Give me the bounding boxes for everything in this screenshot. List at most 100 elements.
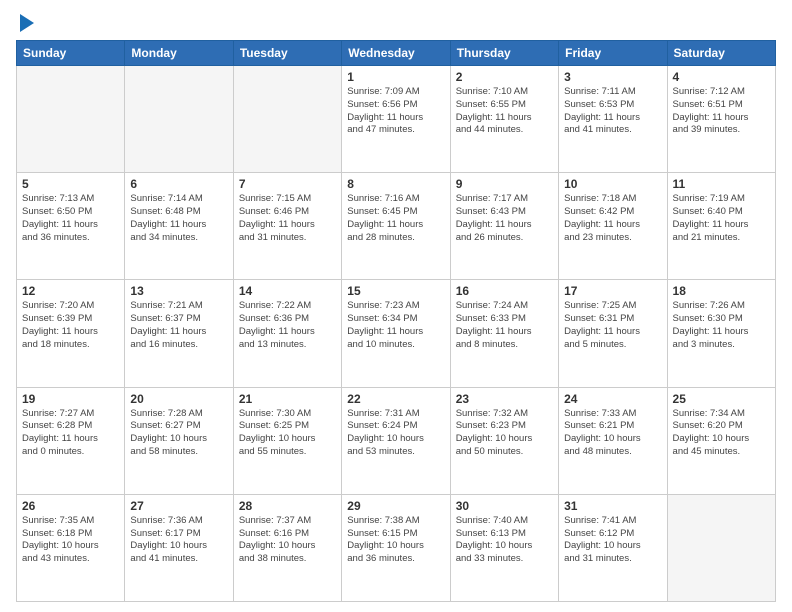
calendar-week-1: 1 Sunrise: 7:09 AM Sunset: 6:56 PM Daylig… (17, 66, 776, 173)
table-row: 9Sunrise: 7:17 AM Sunset: 6:43 PM Daylig… (450, 173, 558, 280)
day-number: 24 (564, 392, 661, 406)
day-number: 10 (564, 177, 661, 191)
day-info: Sunrise: 7:11 AM Sunset: 6:53 PM Dayligh… (564, 86, 661, 137)
day-info: Sunrise: 7:33 AM Sunset: 6:21 PM Dayligh… (564, 408, 661, 459)
day-info: Sunrise: 7:24 AM Sunset: 6:33 PM Dayligh… (456, 300, 553, 351)
table-row: 11 Sunrise: 7:19 AM Sunset: 6:40 PM Dayli… (667, 173, 775, 280)
day-number: 30 (456, 499, 553, 513)
table-row: 30 Sunrise: 7:40 AM Sunset: 6:13 PM Dayli… (450, 494, 558, 601)
col-wednesday: Wednesday (342, 41, 450, 66)
day-info: Sunrise: 7:22 AM Sunset: 6:36 PM Dayligh… (239, 300, 336, 351)
day-number: 5 (22, 177, 119, 191)
table-row: 8 Sunrise: 7:16 AM Sunset: 6:45 PM Daylig… (342, 173, 450, 280)
calendar-week-3: 12 Sunrise: 7:20 AM Sunset: 6:39 PM Dayli… (17, 280, 776, 387)
day-info: Sunrise: 7:12 AM Sunset: 6:51 PM Dayligh… (673, 86, 770, 137)
day-info: Sunrise: 7:10 AM Sunset: 6:55 PM Dayligh… (456, 86, 553, 137)
table-row: 25Sunrise: 7:34 AM Sunset: 6:20 PM Dayli… (667, 387, 775, 494)
day-number: 18 (673, 284, 770, 298)
day-number: 2 (456, 70, 553, 84)
table-row: 23 Sunrise: 7:32 AM Sunset: 6:23 PM Dayli… (450, 387, 558, 494)
table-row: 4 Sunrise: 7:12 AM Sunset: 6:51 PM Daylig… (667, 66, 775, 173)
calendar-week-2: 5 Sunrise: 7:13 AM Sunset: 6:50 PM Daylig… (17, 173, 776, 280)
table-row: 13 Sunrise: 7:21 AM Sunset: 6:37 PM Dayli… (125, 280, 233, 387)
day-info: Sunrise: 7:20 AM Sunset: 6:39 PM Dayligh… (22, 300, 119, 351)
day-info: Sunrise: 7:19 AM Sunset: 6:40 PM Dayligh… (673, 193, 770, 244)
day-info: Sunrise: 7:34 AM Sunset: 6:20 PM Dayligh… (673, 408, 770, 459)
day-info: Sunrise: 7:28 AM Sunset: 6:27 PM Dayligh… (130, 408, 227, 459)
col-thursday: Thursday (450, 41, 558, 66)
day-info: Sunrise: 7:14 AM Sunset: 6:48 PM Dayligh… (130, 193, 227, 244)
day-info: Sunrise: 7:36 AM Sunset: 6:17 PM Dayligh… (130, 515, 227, 566)
logo-icon (18, 12, 36, 34)
day-info: Sunrise: 7:37 AM Sunset: 6:16 PM Dayligh… (239, 515, 336, 566)
table-row: 2 Sunrise: 7:10 AM Sunset: 6:55 PM Daylig… (450, 66, 558, 173)
day-number: 21 (239, 392, 336, 406)
table-row: 3 Sunrise: 7:11 AM Sunset: 6:53 PM Daylig… (559, 66, 667, 173)
day-number: 20 (130, 392, 227, 406)
table-row: 28 Sunrise: 7:37 AM Sunset: 6:16 PM Dayli… (233, 494, 341, 601)
day-number: 12 (22, 284, 119, 298)
table-row: 5 Sunrise: 7:13 AM Sunset: 6:50 PM Daylig… (17, 173, 125, 280)
day-info: Sunrise: 7:32 AM Sunset: 6:23 PM Dayligh… (456, 408, 553, 459)
day-info: Sunrise: 7:09 AM Sunset: 6:56 PM Dayligh… (347, 86, 444, 137)
day-number: 1 (347, 70, 444, 84)
day-number: 16 (456, 284, 553, 298)
col-tuesday: Tuesday (233, 41, 341, 66)
day-info: Sunrise: 7:35 AM Sunset: 6:18 PM Dayligh… (22, 515, 119, 566)
day-number: 22 (347, 392, 444, 406)
day-info: Sunrise: 7:40 AM Sunset: 6:13 PM Dayligh… (456, 515, 553, 566)
day-number: 7 (239, 177, 336, 191)
day-info: Sunrise: 7:21 AM Sunset: 6:37 PM Dayligh… (130, 300, 227, 351)
col-friday: Friday (559, 41, 667, 66)
table-row (125, 66, 233, 173)
day-number: 17 (564, 284, 661, 298)
day-number: 4 (673, 70, 770, 84)
day-info: Sunrise: 7:25 AM Sunset: 6:31 PM Dayligh… (564, 300, 661, 351)
calendar-table: Sunday Monday Tuesday Wednesday Thursday… (16, 40, 776, 602)
table-row: 22Sunrise: 7:31 AM Sunset: 6:24 PM Dayli… (342, 387, 450, 494)
day-number: 28 (239, 499, 336, 513)
day-info: Sunrise: 7:38 AM Sunset: 6:15 PM Dayligh… (347, 515, 444, 566)
day-info: Sunrise: 7:41 AM Sunset: 6:12 PM Dayligh… (564, 515, 661, 566)
table-row: 6Sunrise: 7:14 AM Sunset: 6:48 PM Daylig… (125, 173, 233, 280)
day-number: 15 (347, 284, 444, 298)
day-info: Sunrise: 7:26 AM Sunset: 6:30 PM Dayligh… (673, 300, 770, 351)
table-row: 16 Sunrise: 7:24 AM Sunset: 6:33 PM Dayli… (450, 280, 558, 387)
day-number: 29 (347, 499, 444, 513)
day-number: 8 (347, 177, 444, 191)
calendar-week-4: 19 Sunrise: 7:27 AM Sunset: 6:28 PM Dayli… (17, 387, 776, 494)
table-row: 27Sunrise: 7:36 AM Sunset: 6:17 PM Dayli… (125, 494, 233, 601)
table-row: 19 Sunrise: 7:27 AM Sunset: 6:28 PM Dayli… (17, 387, 125, 494)
table-row: 17 Sunrise: 7:25 AM Sunset: 6:31 PM Dayli… (559, 280, 667, 387)
day-number: 26 (22, 499, 119, 513)
table-row: 20 Sunrise: 7:28 AM Sunset: 6:27 PM Dayli… (125, 387, 233, 494)
col-sunday: Sunday (17, 41, 125, 66)
day-info: Sunrise: 7:30 AM Sunset: 6:25 PM Dayligh… (239, 408, 336, 459)
day-number: 19 (22, 392, 119, 406)
table-row: 15 Sunrise: 7:23 AM Sunset: 6:34 PM Dayli… (342, 280, 450, 387)
day-number: 3 (564, 70, 661, 84)
table-row: 1 Sunrise: 7:09 AM Sunset: 6:56 PM Daylig… (342, 66, 450, 173)
table-row (667, 494, 775, 601)
table-row: 26 Sunrise: 7:35 AM Sunset: 6:18 PM Dayli… (17, 494, 125, 601)
day-number: 9 (456, 177, 553, 191)
day-number: 13 (130, 284, 227, 298)
logo (16, 12, 36, 34)
table-row: 10 Sunrise: 7:18 AM Sunset: 6:42 PM Dayli… (559, 173, 667, 280)
day-number: 14 (239, 284, 336, 298)
day-number: 11 (673, 177, 770, 191)
header-row: Sunday Monday Tuesday Wednesday Thursday… (17, 41, 776, 66)
day-info: Sunrise: 7:18 AM Sunset: 6:42 PM Dayligh… (564, 193, 661, 244)
table-row: 7Sunrise: 7:15 AM Sunset: 6:46 PM Daylig… (233, 173, 341, 280)
day-info: Sunrise: 7:13 AM Sunset: 6:50 PM Dayligh… (22, 193, 119, 244)
col-monday: Monday (125, 41, 233, 66)
table-row: 24 Sunrise: 7:33 AM Sunset: 6:21 PM Dayli… (559, 387, 667, 494)
table-row: 21 Sunrise: 7:30 AM Sunset: 6:25 PM Dayli… (233, 387, 341, 494)
day-info: Sunrise: 7:23 AM Sunset: 6:34 PM Dayligh… (347, 300, 444, 351)
day-number: 23 (456, 392, 553, 406)
table-row: 18 Sunrise: 7:26 AM Sunset: 6:30 PM Dayli… (667, 280, 775, 387)
day-info: Sunrise: 7:16 AM Sunset: 6:45 PM Dayligh… (347, 193, 444, 244)
table-row: 31Sunrise: 7:41 AM Sunset: 6:12 PM Dayli… (559, 494, 667, 601)
day-info: Sunrise: 7:27 AM Sunset: 6:28 PM Dayligh… (22, 408, 119, 459)
header (16, 12, 776, 34)
